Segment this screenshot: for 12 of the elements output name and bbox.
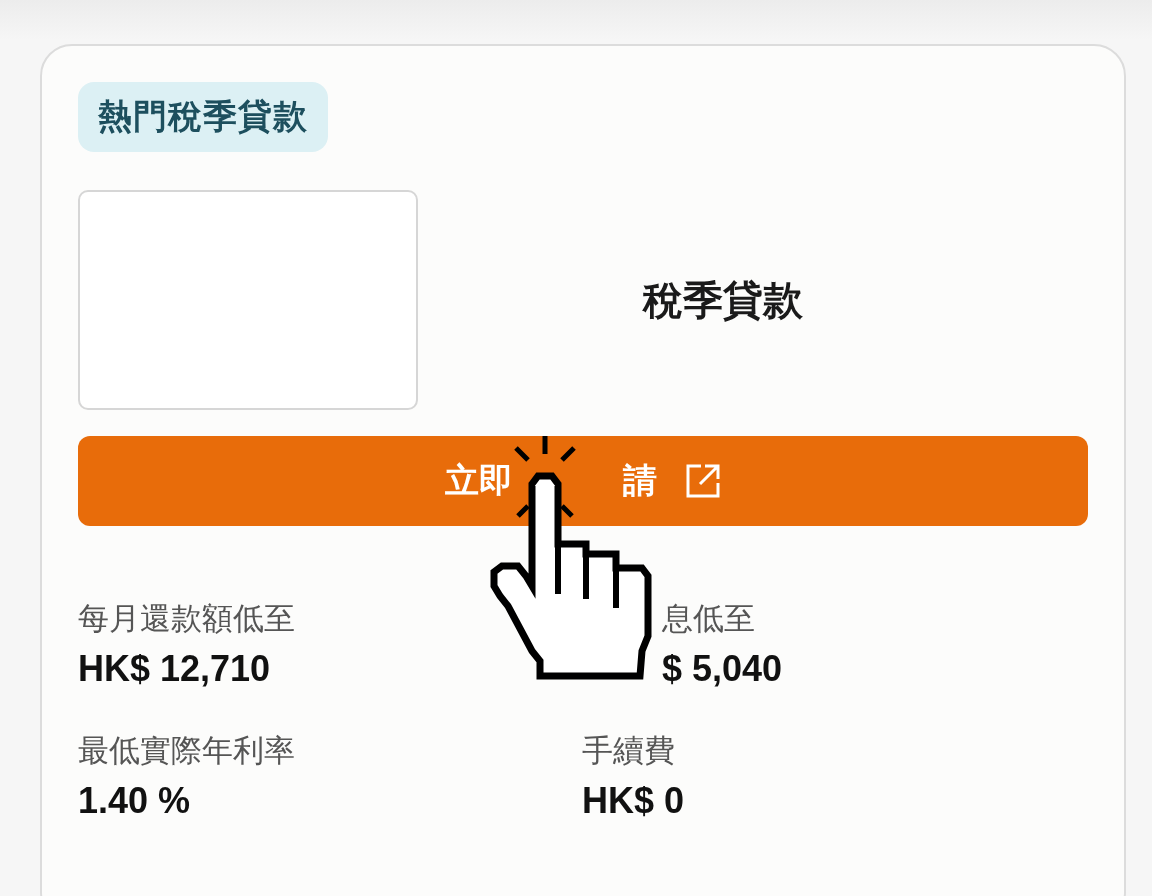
stat-label: 息低至 bbox=[662, 599, 756, 638]
stat-value: HK$ 0 bbox=[582, 780, 686, 822]
product-title: 稅季貸款 bbox=[641, 275, 804, 325]
category-tag: 熱門稅季貸款 bbox=[78, 82, 328, 152]
stat-label: 手續費 bbox=[582, 731, 676, 770]
external-link-icon bbox=[685, 463, 721, 499]
stat-label: 最低實際年利率 bbox=[78, 731, 296, 770]
stat-label: 每月還款額低至 bbox=[78, 599, 296, 638]
stat-value: HK$ 12,710 bbox=[78, 648, 272, 690]
stat-value: $ 5,040 bbox=[662, 648, 784, 690]
apply-button[interactable]: 立即 請 bbox=[78, 436, 1088, 526]
stat-value: 1.40 % bbox=[78, 780, 192, 822]
